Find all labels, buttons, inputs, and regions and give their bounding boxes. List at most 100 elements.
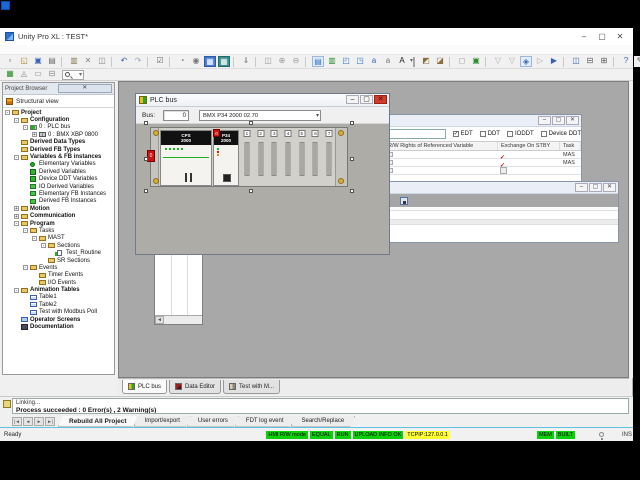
zoom-in-icon[interactable]: ⊕ — [276, 56, 288, 67]
zoom-combo[interactable] — [62, 69, 84, 80]
selection-handle[interactable] — [144, 189, 148, 193]
empty-rack-slot[interactable]: 7 — [322, 130, 336, 186]
diagnostics-viewer-icon[interactable]: ◻ — [456, 56, 468, 67]
tab-plc-bus[interactable]: PLC bus — [122, 380, 168, 394]
tree-item-events[interactable]: - Events — [3, 264, 114, 271]
table-row[interactable] — [385, 167, 581, 175]
plc-close-button[interactable]: ✕ — [374, 95, 387, 104]
save-project-icon[interactable]: ▣ — [32, 56, 44, 67]
tree-item-elementary-variables[interactable]: Elementary Variables — [3, 161, 114, 168]
tree-expand-icon[interactable] — [23, 184, 28, 189]
functional-view-icon[interactable]: ◬ — [18, 69, 30, 80]
tree-item-rack[interactable]: + 0 : BMX XBP 0800 — [3, 131, 114, 138]
output-tab-import-export[interactable]: Import/export — [134, 416, 191, 427]
edt-checkbox[interactable]: EDT — [452, 130, 473, 137]
tile-vertical-icon[interactable]: ⊟ — [584, 56, 596, 67]
font-large-icon[interactable]: A — [396, 56, 408, 67]
tree-expand-icon[interactable] — [41, 258, 46, 263]
tree-item-operator-screens[interactable]: Operator Screens — [3, 316, 114, 323]
grid-view-icon[interactable]: ⊟ — [46, 69, 58, 80]
toolbar-icon[interactable] — [305, 56, 309, 67]
tree-expand-icon[interactable] — [23, 191, 28, 196]
tree-expand-icon[interactable] — [23, 302, 28, 307]
simulation-mode-icon[interactable]: ▦ — [218, 56, 230, 67]
close-icon[interactable]: ✕ — [57, 84, 112, 93]
zoom-out-icon[interactable]: ⊖ — [290, 56, 302, 67]
structural-view-header[interactable]: Structural view — [3, 95, 114, 108]
first-tab-button[interactable]: |◄ — [12, 416, 22, 426]
tab-data-editor[interactable]: Data Editor — [169, 380, 222, 394]
column-header[interactable]: R/W Rights of Referenced Variable — [385, 142, 498, 150]
hint-lightbulb-icon[interactable] — [598, 432, 604, 440]
tree-item-device-ddt-variables[interactable]: Device DDT Variables — [3, 176, 114, 183]
copy-icon[interactable]: ◫ — [96, 56, 108, 67]
plc-minimize-button[interactable]: – — [346, 95, 359, 104]
cascade-windows-icon[interactable]: ⊞ — [598, 56, 610, 67]
empty-rack-slot[interactable]: 1 — [240, 130, 254, 186]
power-supply-module[interactable]: CPS 2000 — [160, 130, 212, 186]
tree-item-mast[interactable]: - MAST — [3, 235, 114, 242]
variable-name-input[interactable] — [388, 129, 446, 139]
de-maximize-button[interactable]: ▢ — [552, 116, 565, 125]
empty-rack-slot[interactable]: 2 — [254, 130, 268, 186]
tree-expand-icon[interactable] — [14, 140, 19, 145]
rebuild-project-icon[interactable]: ◉ — [190, 56, 202, 67]
paste-icon[interactable]: ▥ — [68, 56, 80, 67]
tree-item-tasks[interactable]: - Tasks — [3, 227, 114, 234]
tile-horizontal-icon[interactable]: ◫ — [570, 56, 582, 67]
tree-item-derived-variables[interactable]: Derived Variables — [3, 168, 114, 175]
title-bar[interactable]: Unity Pro XL : TEST* – ▢ ✕ — [0, 28, 633, 45]
font-italic-icon[interactable]: a — [368, 56, 380, 67]
cpu-reference-combo[interactable]: BMX P34 2000 02.70 — [199, 109, 322, 121]
tree-item-communication[interactable]: + Communication — [3, 212, 114, 219]
tree-expand-icon[interactable]: - — [23, 228, 28, 234]
tree-expand-icon[interactable] — [14, 317, 19, 322]
toolbar-icon[interactable] — [147, 56, 151, 67]
output-tab-fdt-log[interactable]: FDT log event — [235, 416, 295, 427]
plc-maximize-button[interactable]: ▢ — [360, 95, 373, 104]
empty-rack-slot[interactable]: 6 — [309, 130, 323, 186]
export-icon[interactable]: ◪ — [434, 56, 446, 67]
tree-expand-icon[interactable]: + — [32, 132, 37, 138]
test-maximize-button[interactable]: ▢ — [589, 183, 602, 192]
types-library-icon[interactable]: ◰ — [340, 56, 352, 67]
tree-expand-icon[interactable]: - — [14, 221, 19, 227]
plc-simulator-icon[interactable]: ▣ — [470, 56, 482, 67]
tree-item-configuration[interactable]: - Configuration — [3, 116, 114, 123]
tree-expand-icon[interactable]: - — [41, 243, 46, 249]
animation-table-grid[interactable] — [388, 207, 618, 242]
selection-handle[interactable] — [144, 121, 148, 125]
tree-expand-icon[interactable]: + — [14, 206, 19, 212]
help-icon[interactable]: ? — [620, 56, 632, 67]
toolbar-icon[interactable] — [255, 56, 259, 67]
minimize-button[interactable]: – — [575, 28, 593, 45]
output-tab-search-replace[interactable]: Search/Replace — [291, 416, 356, 427]
toolbar-icon[interactable] — [613, 56, 617, 67]
tree-expand-icon[interactable] — [32, 273, 37, 278]
tree-item-plc-bus[interactable]: - 0 : PLC bus — [3, 124, 114, 131]
tree-expand-icon[interactable] — [23, 310, 28, 315]
redo-icon[interactable]: ↷ — [132, 56, 144, 67]
tree-expand-icon[interactable] — [23, 199, 28, 204]
tree-expand-icon[interactable]: - — [14, 154, 19, 160]
structural-view-icon[interactable]: ▦ — [4, 69, 16, 80]
column-header[interactable]: Task — [560, 142, 581, 150]
tree-item-documentation[interactable]: Documentation — [3, 323, 114, 331]
cpu-module[interactable]: 0 P34 2000 — [213, 129, 239, 186]
open-project-icon[interactable]: ◱ — [18, 56, 30, 67]
plc-rack[interactable]: 0 CPS 2000 0 P34 2000 1 2 3 4 5 6 7 — [144, 121, 354, 193]
tree-expand-icon[interactable]: - — [32, 235, 37, 241]
tree-expand-icon[interactable] — [23, 169, 28, 174]
download-project-icon[interactable]: ⇓ — [240, 56, 252, 67]
watchpoint-icon[interactable]: ▽ — [492, 56, 504, 67]
last-tab-button[interactable]: ►| — [45, 416, 55, 426]
next-tab-button[interactable]: ► — [34, 416, 44, 426]
breakpoint-icon[interactable]: ▽ — [506, 56, 518, 67]
toolbar-icon[interactable] — [563, 56, 567, 67]
toolbar-icon[interactable] — [111, 56, 115, 67]
test-minimize-button[interactable]: – — [575, 183, 588, 192]
data-editor-toggle-icon[interactable]: ▥ — [326, 56, 338, 67]
tree-item-animation-tables[interactable]: - Animation Tables — [3, 286, 114, 293]
prev-tab-button[interactable]: ◄ — [23, 416, 33, 426]
tree-expand-icon[interactable]: + — [14, 213, 19, 219]
